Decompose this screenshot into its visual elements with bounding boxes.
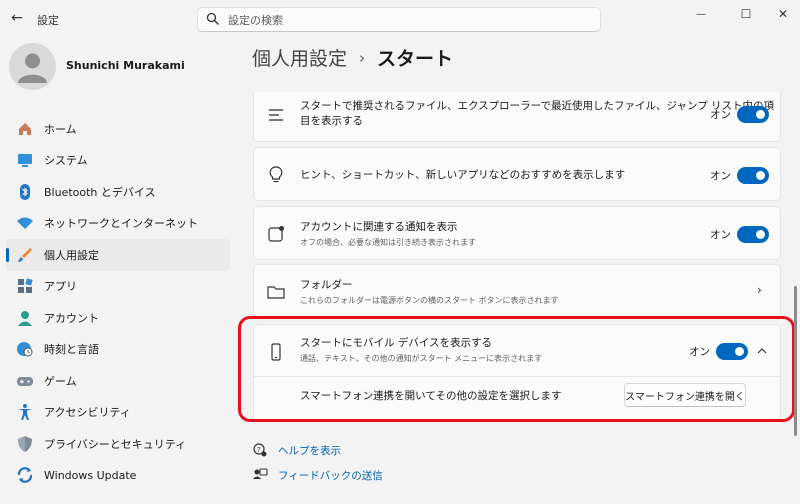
title-bar: ← 設定 — ☐ ✕ (0, 0, 800, 38)
back-arrow-icon: ← (11, 10, 23, 26)
svg-text:?: ? (257, 446, 261, 454)
toggle-state-label: オン (710, 229, 731, 241)
sidebar-item-system[interactable]: システム (6, 145, 230, 177)
setting-tips: ヒント、ショートカット、新しいアプリなどのおすすめを表示します オン (253, 147, 781, 201)
folder-icon (267, 286, 285, 299)
gamepad-icon (17, 376, 33, 386)
sidebar-item-accessibility[interactable]: アクセシビリティ (6, 397, 230, 429)
phone-icon (271, 343, 281, 361)
divider (254, 376, 780, 377)
toggle-state-label: オン (689, 346, 710, 358)
minimize-button[interactable]: — (686, 4, 716, 24)
breadcrumb-separator: › (359, 48, 366, 67)
close-button[interactable]: ✕ (768, 4, 798, 24)
breadcrumb: 個人用設定 › スタート (252, 44, 453, 71)
accessibility-icon (18, 404, 32, 421)
feedback-row[interactable]: フィードバックの送信 (252, 466, 383, 484)
sidebar-item-label: 個人用設定 (44, 248, 99, 262)
minimize-icon: — (696, 8, 706, 20)
chevron-right-icon: › (757, 283, 762, 297)
setting-subtitle: これらのフォルダーは電源ボタンの横のスタート ボタンに表示されます (300, 296, 559, 305)
setting-subtitle: 通話、テキスト、その他の通知がスタート メニューに表示されます (300, 354, 543, 363)
maximize-icon: ☐ (740, 7, 752, 21)
close-icon: ✕ (777, 7, 789, 21)
sidebar-item-windows-update[interactable]: Windows Update (6, 460, 230, 492)
account-notifications-toggle[interactable] (737, 226, 769, 243)
get-help-row[interactable]: ? ヘルプを表示 (252, 441, 341, 459)
sidebar-item-accounts[interactable]: アカウント (6, 302, 230, 334)
setting-title: アカウントに関連する通知を表示 (300, 221, 458, 233)
globe-clock-icon (17, 342, 33, 357)
system-icon (18, 154, 32, 168)
account-icon (18, 310, 32, 326)
sidebar-item-label: Bluetooth とデバイス (44, 185, 156, 199)
sidebar-nav: ホーム システム Bluetooth とデバイス ネットワークとインターネット … (6, 113, 230, 491)
sidebar-item-network[interactable]: ネットワークとインターネット (6, 208, 230, 240)
back-button[interactable]: ← (6, 8, 28, 28)
setting-title: スタートにモバイル デバイスを表示する (300, 337, 493, 349)
setting-title: フォルダー (300, 279, 353, 291)
user-avatar-icon (18, 53, 47, 83)
sidebar-item-bluetooth[interactable]: Bluetooth とデバイス (6, 176, 230, 208)
sidebar-item-apps[interactable]: アプリ (6, 271, 230, 303)
setting-title: スタートで推奨されるファイル、エクスプローラーで最近使用したファイル、ジャンプ … (300, 100, 775, 127)
setting-account-notifications: アカウントに関連する通知を表示 オフの場合、必要な通知は引き続き表示されます オ… (253, 206, 781, 260)
search-icon (206, 12, 219, 25)
brush-icon (18, 247, 32, 262)
scrollbar[interactable] (794, 286, 797, 436)
avatar[interactable] (9, 43, 56, 90)
mobile-device-toggle[interactable] (716, 343, 748, 360)
sidebar-item-label: Windows Update (44, 468, 137, 482)
tips-toggle[interactable] (737, 167, 769, 184)
user-name: Shunichi Murakami (66, 59, 185, 72)
breadcrumb-parent[interactable]: 個人用設定 (252, 44, 347, 71)
maximize-button[interactable]: ☐ (731, 4, 761, 24)
app-title: 設定 (37, 14, 59, 27)
page-title: スタート (377, 48, 454, 70)
setting-subtitle: オフの場合、必要な通知は引き続き表示されます (300, 238, 476, 247)
sidebar-item-personalization[interactable]: 個人用設定 (6, 239, 230, 271)
sidebar-item-label: ゲーム (44, 374, 77, 388)
recommended-files-toggle[interactable] (737, 106, 769, 123)
help-chat-icon: ? (253, 443, 267, 457)
toggle-state-label: オン (710, 170, 731, 182)
detail-text: スマートフォン連携を開いてその他の設定を選択します (300, 390, 562, 402)
notification-badge-icon (268, 226, 284, 242)
sidebar-item-privacy[interactable]: プライバシーとセキュリティ (6, 428, 230, 460)
setting-title: ヒント、ショートカット、新しいアプリなどのおすすめを表示します (300, 169, 626, 181)
shield-icon (18, 435, 32, 452)
sidebar-item-label: システム (44, 154, 88, 168)
sidebar-item-label: アクセシビリティ (44, 406, 131, 420)
sidebar-item-label: ネットワークとインターネット (44, 217, 198, 231)
setting-folders[interactable]: フォルダー これらのフォルダーは電源ボタンの横のスタート ボタンに表示されます … (253, 264, 781, 318)
sidebar-item-gaming[interactable]: ゲーム (6, 365, 230, 397)
list-lines-icon (269, 109, 283, 121)
sidebar-item-time-language[interactable]: 時刻と言語 (6, 334, 230, 366)
feedback-icon (253, 468, 268, 479)
bluetooth-icon (20, 183, 30, 200)
wifi-icon (17, 217, 33, 230)
setting-recommended-files: スタートで推奨されるファイル、エクスプローラーで最近使用したファイル、ジャンプ … (253, 92, 781, 142)
settings-list: スタートで推奨されるファイル、エクスプローラーで最近使用したファイル、ジャンプ … (253, 92, 783, 422)
apps-icon (18, 278, 33, 294)
sidebar-item-label: プライバシーとセキュリティ (44, 437, 187, 451)
search-input[interactable] (228, 11, 588, 29)
search-box[interactable] (197, 7, 601, 32)
toggle-state-label: オン (710, 109, 731, 121)
lightbulb-icon (269, 166, 283, 183)
sidebar-item-label: アカウント (44, 311, 99, 325)
sidebar-item-label: アプリ (44, 280, 77, 294)
sidebar-item-label: ホーム (44, 122, 77, 136)
sidebar-item-label: 時刻と言語 (44, 343, 99, 357)
home-icon (19, 122, 31, 135)
open-phone-link-button[interactable]: スマートフォン連携を開く (624, 383, 746, 407)
chevron-up-icon[interactable] (757, 346, 767, 356)
windows-update-icon (17, 467, 33, 484)
get-help-link[interactable]: ヘルプを表示 (278, 443, 341, 458)
feedback-link[interactable]: フィードバックの送信 (278, 468, 383, 483)
sidebar-item-home[interactable]: ホーム (6, 113, 230, 145)
